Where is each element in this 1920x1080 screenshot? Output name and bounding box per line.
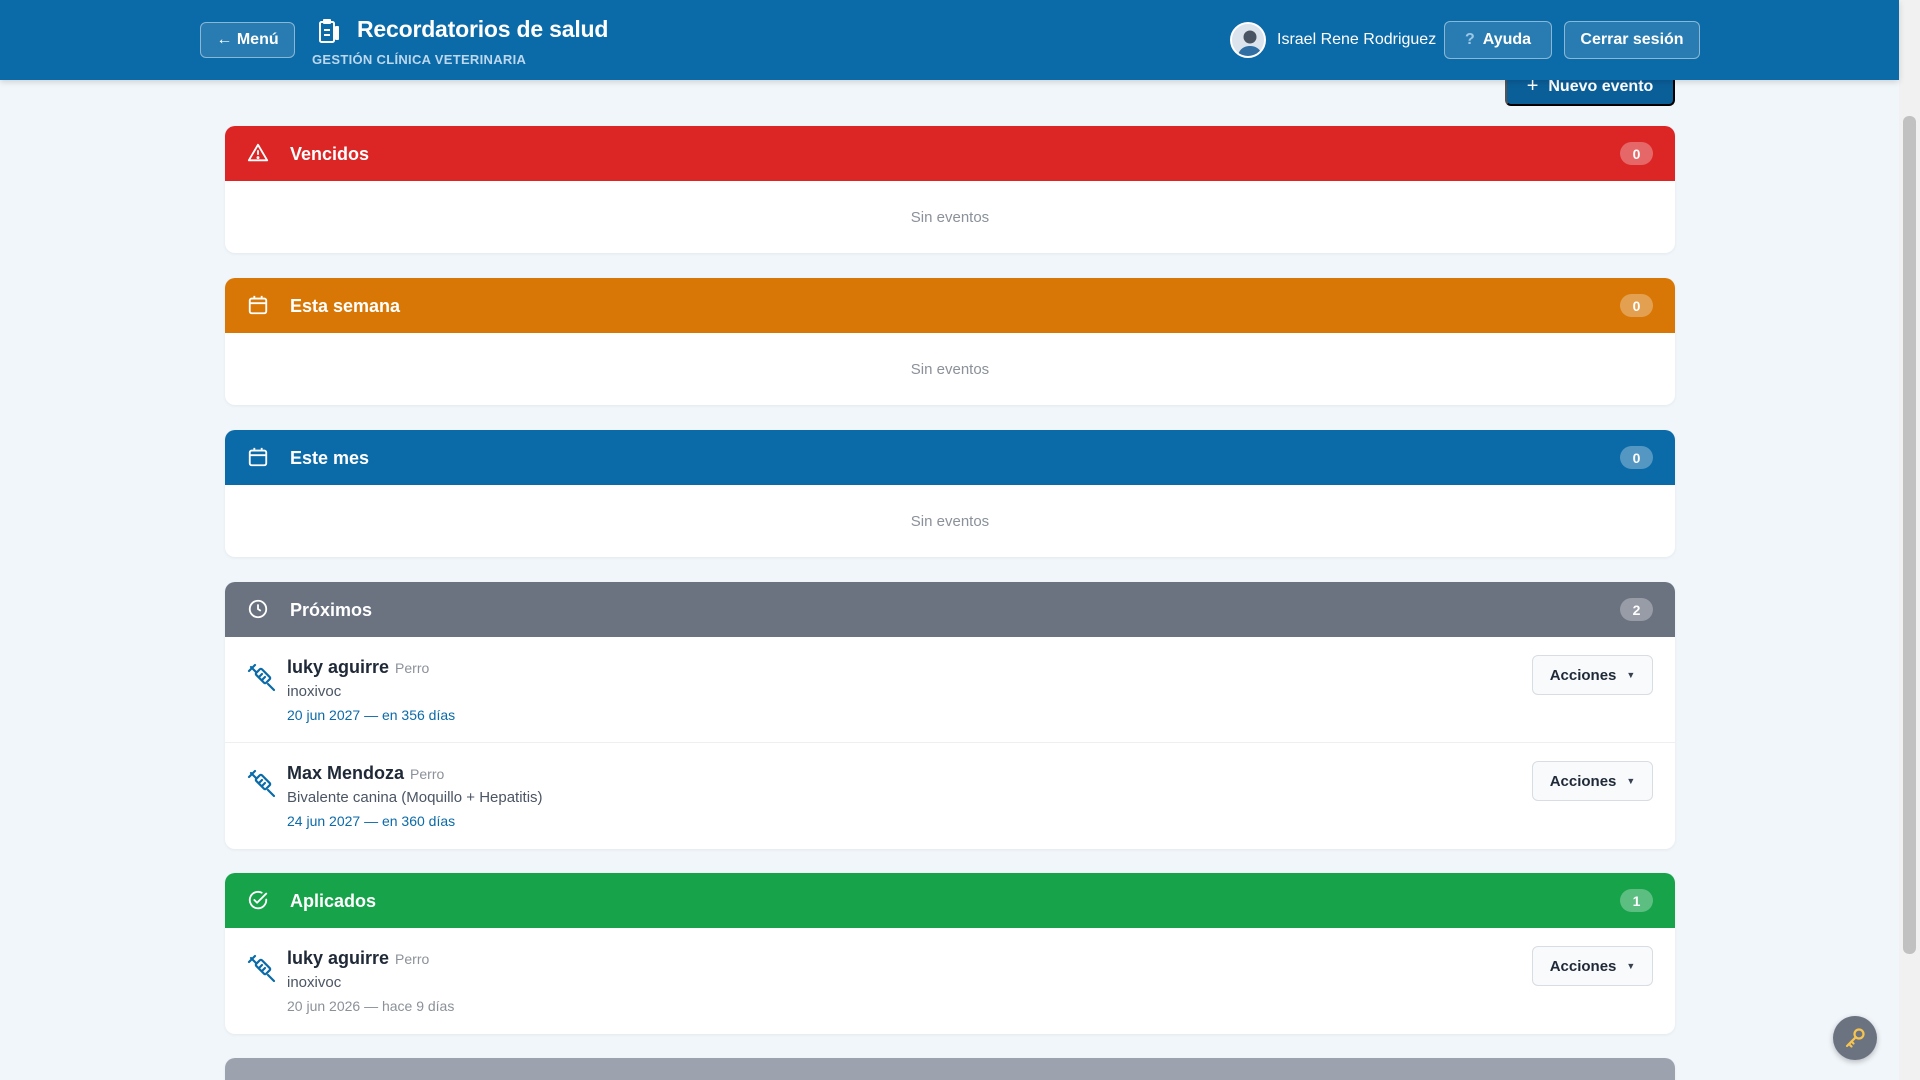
event-description: Bivalente canina (Moquillo + Hepatitis) (287, 789, 543, 806)
event-row: luky aguirre Perro inoxivoc 20 jun 2027 —… (225, 637, 1675, 743)
calendar-icon (248, 447, 268, 467)
event-description: inoxivoc (287, 683, 342, 700)
caret-down-icon: ▼ (1626, 776, 1636, 786)
event-row: Max Mendoza Perro Bivalente canina (Moqui… (225, 743, 1675, 849)
section-this-week: Esta semana 0 Sin eventos (225, 278, 1675, 405)
actions-label: Acciones (1549, 666, 1617, 684)
logout-button[interactable]: Cerrar sesión (1564, 21, 1700, 59)
section-upcoming: Próximos 2 luky aguirre Perro inoxivoc 20… (225, 582, 1675, 849)
event-row: luky aguirre Perro inoxivoc 20 jun 2026 —… (225, 928, 1675, 1034)
section-next-partial (225, 1058, 1675, 1080)
pet-name-text: luky aguirre (287, 948, 390, 968)
event-date: 20 jun 2027 — en 356 días (287, 707, 456, 723)
warning-icon (247, 143, 269, 162)
clipboard-syringe-icon (319, 19, 339, 43)
help-label: Ayuda (1482, 31, 1532, 48)
species-label: Perro (395, 951, 430, 967)
event-description: inoxivoc (287, 974, 342, 991)
key-icon (1845, 1028, 1865, 1048)
section-title: Esta semana (290, 296, 401, 316)
question-icon: ? (1464, 31, 1475, 48)
actions-dropdown-button[interactable]: Acciones ▼ (1532, 761, 1653, 801)
pet-name: Max Mendoza Perro (287, 763, 444, 784)
section-this-week-header: Esta semana 0 (225, 278, 1675, 333)
section-title: Aplicados (290, 891, 377, 911)
section-title: Próximos (290, 600, 373, 620)
scrollbar-thumb[interactable] (1903, 116, 1916, 954)
new-event-label: Nuevo evento (1548, 78, 1654, 95)
help-button[interactable]: ? Ayuda (1444, 21, 1552, 59)
section-next-header (225, 1058, 1675, 1080)
page-title: Recordatorios de salud (357, 16, 609, 42)
empty-state: Sin eventos (910, 360, 990, 378)
user-name: Israel Rene Rodriguez (1277, 31, 1437, 48)
avatar[interactable] (1230, 22, 1266, 58)
count-badge: 0 (1620, 446, 1653, 469)
count-badge: 1 (1620, 889, 1653, 912)
page-scrollbar[interactable] (1899, 0, 1920, 1080)
section-title: Este mes (290, 448, 370, 468)
actions-dropdown-button[interactable]: Acciones ▼ (1532, 655, 1653, 695)
user-avatar-icon (1232, 24, 1264, 56)
syringe-icon (247, 663, 276, 692)
top-header: ← Menú Recordatorios de salud GESTIÓN CL… (0, 0, 1899, 80)
actions-dropdown-button[interactable]: Acciones ▼ (1532, 946, 1653, 986)
event-date: 24 jun 2027 — en 360 días (287, 813, 456, 829)
syringe-icon (247, 954, 276, 983)
section-overdue: Vencidos 0 Sin eventos (225, 126, 1675, 253)
pet-name: luky aguirre Perro (287, 948, 429, 969)
section-this-month: Este mes 0 Sin eventos (225, 430, 1675, 557)
page-subtitle: GESTIÓN CLÍNICA VETERINARIA (312, 52, 527, 67)
key-button[interactable] (1833, 1016, 1877, 1060)
section-overdue-header: Vencidos 0 (225, 126, 1675, 181)
clock-icon (248, 599, 268, 619)
actions-label: Acciones (1549, 957, 1617, 975)
empty-state: Sin eventos (910, 512, 990, 530)
section-title: Vencidos (290, 144, 370, 164)
section-this-month-header: Este mes 0 (225, 430, 1675, 485)
section-upcoming-header: Próximos 2 (225, 582, 1675, 637)
pet-name: luky aguirre Perro (287, 657, 429, 678)
calendar-icon (248, 295, 268, 315)
menu-button[interactable]: ← Menú (200, 22, 295, 58)
count-badge: 2 (1620, 598, 1653, 621)
check-circle-icon (248, 890, 268, 910)
count-badge: 0 (1620, 294, 1653, 317)
species-label: Perro (410, 766, 445, 782)
event-date: 20 jun 2026 — hace 9 días (287, 998, 455, 1014)
syringe-icon (247, 769, 276, 798)
section-applied: Aplicados 1 luky aguirre Perro inoxivoc 2… (225, 873, 1675, 1034)
section-applied-header: Aplicados 1 (225, 873, 1675, 928)
caret-down-icon: ▼ (1626, 670, 1636, 680)
empty-state: Sin eventos (910, 208, 990, 226)
species-label: Perro (395, 660, 430, 676)
pet-name-text: Max Mendoza (287, 763, 405, 783)
caret-down-icon: ▼ (1626, 961, 1636, 971)
pet-name-text: luky aguirre (287, 657, 390, 677)
count-badge: 0 (1620, 142, 1653, 165)
actions-label: Acciones (1549, 772, 1617, 790)
